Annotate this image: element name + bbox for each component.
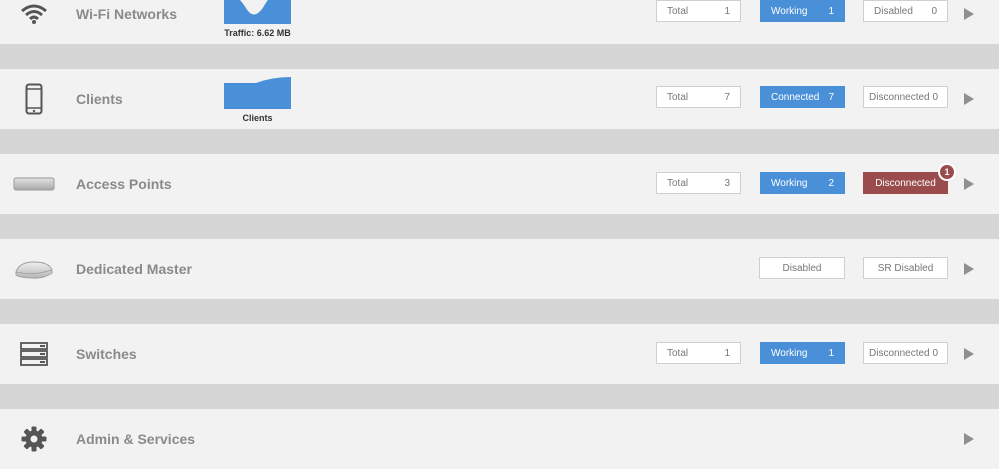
ap-working-label: Working: [771, 177, 808, 189]
switches-disconnected-pill[interactable]: Disconnected 0: [863, 342, 948, 364]
ap-total-pill[interactable]: Total 3: [656, 172, 741, 194]
clients-disconnected-value: 0: [932, 91, 938, 103]
switches-working-pill[interactable]: Working 1: [760, 342, 845, 364]
switches-working-label: Working: [771, 347, 808, 359]
switches-total-pill[interactable]: Total 1: [656, 342, 741, 364]
dedicated-master-title: Dedicated Master: [76, 261, 192, 277]
chevron-right-icon[interactable]: [964, 8, 974, 20]
clients-total-pill[interactable]: Total 7: [656, 86, 741, 108]
access-points-row[interactable]: Access Points Total 3 Working 2 Disconne…: [0, 154, 999, 214]
wifi-networks-row[interactable]: Wi-Fi Networks Traffic: 6.62 MB Total 1 …: [0, 0, 999, 44]
clients-disconnected-label: Disconnected: [869, 91, 930, 103]
ap-disconnected-pill[interactable]: Disconnected: [863, 172, 948, 194]
dm-sr-disabled-pill[interactable]: SR Disabled: [863, 257, 948, 279]
clients-connected-pill[interactable]: Connected 7: [760, 86, 845, 108]
ap-total-label: Total: [667, 177, 689, 189]
admin-services-title: Admin & Services: [76, 431, 196, 447]
wifi-working-pill[interactable]: Working 1: [760, 0, 845, 22]
chevron-right-icon[interactable]: [964, 348, 974, 360]
clients-total-value: 7: [724, 91, 730, 103]
dedicated-master-row[interactable]: Dedicated Master Disabled SR Disabled: [0, 239, 999, 299]
dedicated-master-device-icon: [12, 239, 56, 299]
switches-disconnected-value: 0: [932, 347, 938, 359]
wifi-total-value: 1: [724, 5, 730, 17]
switches-total-label: Total: [667, 347, 689, 359]
switch-stack-icon: [14, 324, 54, 384]
clients-chart-label: Clients: [242, 113, 273, 123]
admin-services-row[interactable]: Admin & Services: [0, 409, 999, 469]
chevron-right-icon[interactable]: [964, 178, 974, 190]
clients-total-label: Total: [667, 91, 689, 103]
wifi-disabled-label: Disabled: [874, 5, 913, 17]
switches-row[interactable]: Switches Total 1 Working 1 Disconnected …: [0, 324, 999, 384]
ap-disconnected-label: Disconnected: [875, 177, 936, 189]
ap-working-pill[interactable]: Working 2: [760, 172, 845, 194]
dm-disabled-pill[interactable]: Disabled: [759, 257, 845, 279]
ap-alert-badge[interactable]: 1: [938, 163, 956, 181]
clients-row[interactable]: Clients Clients Total 7 Connected 7 Disc…: [0, 69, 999, 129]
clients-disconnected-pill[interactable]: Disconnected 0: [863, 86, 948, 108]
access-points-title: Access Points: [76, 176, 172, 192]
switches-working-value: 1: [828, 347, 834, 359]
wifi-total-label: Total: [667, 5, 689, 17]
smartphone-icon: [14, 69, 54, 129]
wifi-working-label: Working: [771, 5, 808, 17]
wifi-disabled-pill[interactable]: Disabled 0: [863, 0, 948, 22]
chevron-right-icon[interactable]: [964, 263, 974, 275]
switches-total-value: 1: [724, 347, 730, 359]
ap-working-value: 2: [828, 177, 834, 189]
clients-sparkline: [224, 75, 291, 109]
chevron-right-icon[interactable]: [964, 93, 974, 105]
clients-title: Clients: [76, 91, 123, 107]
wifi-total-pill[interactable]: Total 1: [656, 0, 741, 22]
wifi-disabled-value: 0: [931, 5, 937, 17]
wifi-networks-title: Wi-Fi Networks: [76, 6, 177, 22]
clients-connected-label: Connected: [771, 91, 820, 103]
wifi-working-value: 1: [828, 5, 834, 17]
switches-title: Switches: [76, 346, 137, 362]
ap-total-value: 3: [724, 177, 730, 189]
traffic-sparkline: [224, 0, 291, 24]
dm-sr-disabled-label: SR Disabled: [877, 262, 934, 274]
dm-disabled-label: Disabled: [782, 262, 822, 274]
gear-icon: [14, 409, 54, 469]
switches-disconnected-label: Disconnected: [869, 347, 930, 359]
access-point-device-icon: [12, 154, 56, 214]
traffic-label: Traffic: 6.62 MB: [224, 28, 291, 38]
chevron-right-icon[interactable]: [964, 433, 974, 445]
clients-connected-value: 7: [828, 91, 834, 103]
wifi-icon: [14, 0, 54, 44]
